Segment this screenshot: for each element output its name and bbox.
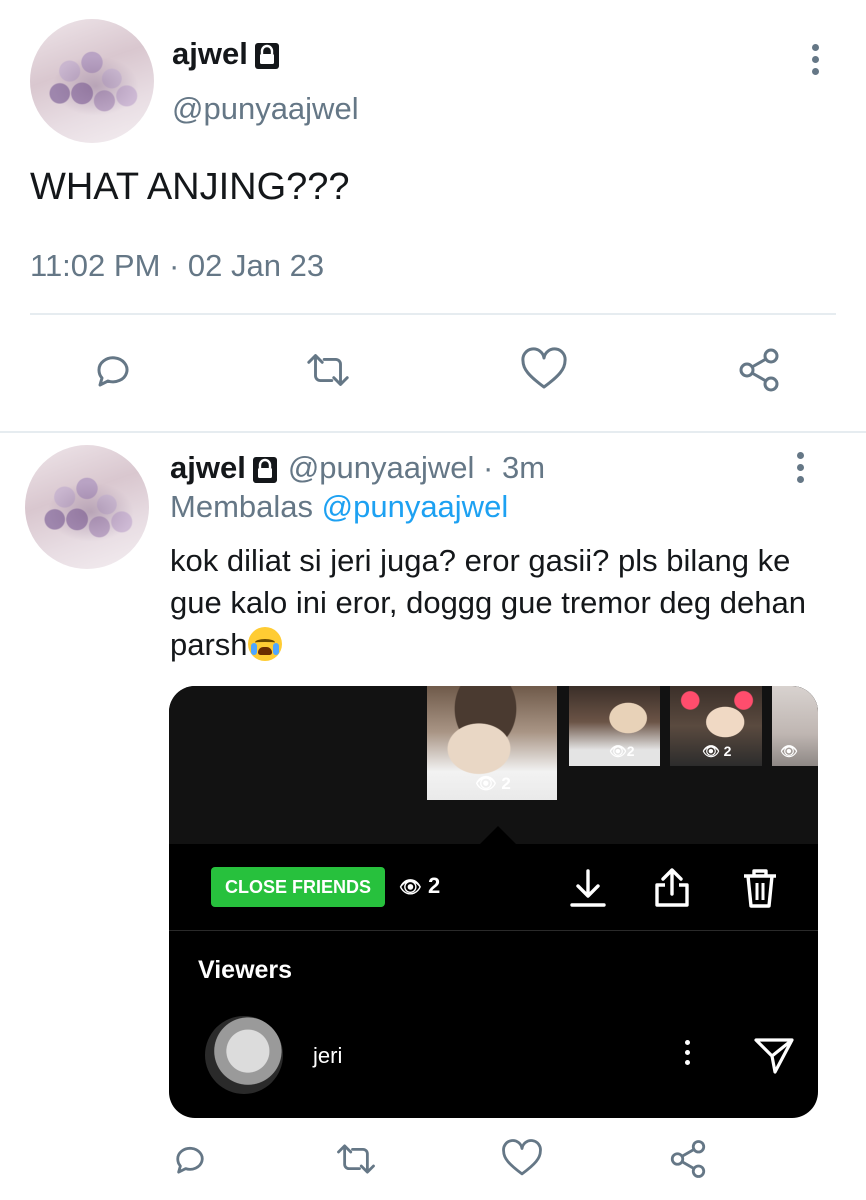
story-thumbnail[interactable]: 👁2 (569, 686, 660, 766)
reply-button[interactable] (88, 345, 138, 395)
like-button[interactable] (497, 1134, 547, 1184)
more-icon[interactable] (793, 452, 807, 492)
lock-icon (252, 456, 278, 484)
avatar[interactable] (30, 19, 154, 143)
upload-share-icon[interactable] (653, 867, 691, 909)
more-icon[interactable] (683, 1040, 691, 1070)
view-count-value: 2 (427, 873, 441, 898)
eye-icon: 👁 (780, 743, 798, 759)
eye-icon: 👁 (702, 743, 720, 759)
tweet-timestamp[interactable]: 11:02 PM · 02 Jan 23 (30, 248, 324, 284)
story-thumbnail[interactable]: 👁 2 (670, 686, 762, 766)
more-icon[interactable] (808, 44, 822, 84)
thumbnail-view-count: 2 (626, 743, 635, 759)
reply-icon (176, 1146, 204, 1174)
reply-icon (97, 356, 129, 387)
thumbnail-view-count: 2 (723, 743, 732, 759)
retweet-button[interactable] (303, 345, 353, 395)
tweet-text: WHAT ANJING??? (30, 166, 350, 208)
close-friends-badge[interactable]: CLOSE FRIENDS (211, 867, 385, 907)
like-icon (521, 347, 567, 389)
embedded-screenshot[interactable]: 👁 2 👁2 👁 2 👁2 CLOSE FRIENDS 👁 2 Viewers … (169, 686, 818, 1118)
viewers-title: Viewers (198, 956, 293, 984)
eye-icon: 👁 (475, 774, 497, 793)
reply-header: ajwel @punyaajwel · 3m (170, 450, 545, 486)
loudly-crying-emoji-icon (247, 627, 282, 661)
selected-story-pointer (480, 826, 516, 844)
download-icon[interactable] (569, 868, 607, 908)
tweet-actions (88, 345, 784, 395)
story-thumbnail[interactable]: 👁2 (772, 686, 818, 766)
display-name[interactable]: ajwel (172, 36, 280, 72)
retweet-icon (307, 354, 350, 386)
share-icon (739, 348, 779, 392)
send-icon[interactable] (753, 1035, 795, 1075)
trash-icon[interactable] (741, 867, 779, 909)
reply-actions (165, 1134, 713, 1184)
share-icon (670, 1140, 706, 1178)
share-button[interactable] (663, 1134, 713, 1184)
display-name[interactable]: ajwel (170, 450, 246, 485)
replying-prefix: Membalas (170, 489, 313, 524)
replying-to: Membalas @punyaajwel (170, 489, 508, 525)
divider (0, 431, 866, 433)
viewer-avatar[interactable] (205, 1016, 283, 1094)
eye-icon: 👁 (609, 743, 627, 759)
avatar[interactable] (25, 445, 149, 569)
retweet-button[interactable] (331, 1134, 381, 1184)
display-name-text: ajwel (172, 36, 248, 71)
divider (30, 313, 836, 315)
share-button[interactable] (734, 345, 784, 395)
divider (169, 930, 818, 931)
story-thumbnail[interactable]: 👁 2 (427, 686, 557, 800)
user-handle[interactable]: @punyaajwel (172, 91, 359, 127)
mention-link[interactable]: @punyaajwel (322, 489, 509, 524)
eye-icon: 👁 (399, 877, 422, 897)
lock-icon (254, 42, 280, 70)
reply-button[interactable] (165, 1134, 215, 1184)
like-icon (502, 1139, 542, 1176)
thumbnail-view-count: 2 (501, 774, 511, 793)
viewer-name[interactable]: jeri (313, 1043, 342, 1069)
like-button[interactable] (519, 345, 569, 395)
user-handle-time[interactable]: @punyaajwel · 3m (288, 450, 545, 485)
story-view-count[interactable]: 👁 2 (399, 873, 440, 899)
retweet-icon (337, 1144, 375, 1174)
reply-text: kok diliat si jeri juga? eror gasii? pls… (170, 540, 830, 666)
